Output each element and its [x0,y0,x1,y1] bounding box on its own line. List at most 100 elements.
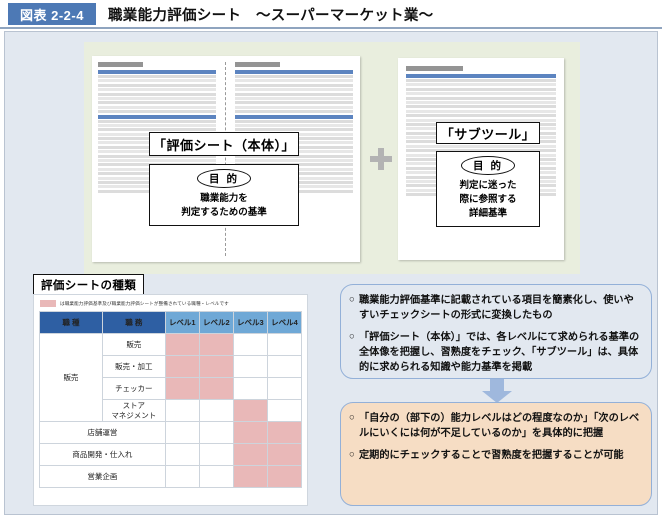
role-label: 営業企画 [40,466,166,488]
mini-doc-row [406,110,556,113]
column-header-level-4: レベル4 [267,312,301,334]
purpose-line: 判定するための基準 [181,206,267,220]
group-label-hanbai: 販売 [40,334,103,422]
mini-doc-row [235,79,353,82]
mini-doc-row [235,84,353,87]
mini-doc-row [235,120,353,123]
level-cell [267,334,301,356]
level-cell [233,444,267,466]
level-cell [199,444,233,466]
evaluation-sheet-document: 「評価シート（本体）」 目 的 職業能力を 判定するための基準 [92,56,360,262]
note-item: 職業能力評価基準に記載されている項目を簡素化し、使いやすいチェックシートの形式に… [350,293,641,323]
mini-doc-row [235,110,353,113]
mini-doc-row [406,114,556,117]
table-row: 販売 販売 [40,334,302,356]
mini-doc-title [98,62,216,67]
level-cell [165,444,199,466]
mini-doc-row [98,101,216,104]
mini-doc-row [98,124,216,127]
types-block-label: 評価シートの種類 [33,274,144,296]
level-cell [233,378,267,400]
mini-doc-row [235,75,353,78]
role-label: チェッカー [102,378,165,400]
legend-text: は職業能力評価基準及び職業能力評価シートが整備されている職種・レベルです [60,301,229,307]
level-cell [199,466,233,488]
level-cell [199,422,233,444]
level-cell [267,356,301,378]
table-header-row: 職 種 職 務 レベル1 レベル2 レベル3 レベル4 [40,312,302,334]
level-cell [267,422,301,444]
mini-doc-row [98,128,216,131]
role-label: 商品開発・仕入れ [40,444,166,466]
mini-doc-row [235,101,353,104]
level-cell [165,422,199,444]
column-header-level-2: レベル2 [199,312,233,334]
mini-doc-row [406,88,556,91]
mini-doc-row [98,75,216,78]
level-cell [233,400,267,422]
level-cell [233,466,267,488]
mini-doc-row [235,128,353,131]
mini-doc-row [98,79,216,82]
mini-doc-band [235,70,353,74]
legend-color-swatch [40,300,56,307]
mini-doc-row [98,110,216,113]
table-row: 商品開発・仕入れ [40,444,302,466]
mini-doc-row [98,97,216,100]
plus-icon [370,148,392,170]
left-document-callout-title: 「評価シート（本体）」 [149,132,299,156]
page-title: 職業能力評価シート ～スーパーマーケット業～ [96,0,662,28]
mini-doc-title [235,62,353,67]
level-cell [165,400,199,422]
mini-doc-row [98,159,216,162]
left-document-purpose-box: 目 的 職業能力を 判定するための基準 [149,164,299,226]
mini-doc-row [235,88,353,91]
note-item: 「評価シート（本体）」では、各レベルにて求められる基準の全体像を把握し、習熟度を… [350,330,641,375]
mini-doc-row [98,88,216,91]
purpose-label: 目 的 [197,169,251,188]
evaluation-sheet-types-table: 職 種 職 務 レベル1 レベル2 レベル3 レベル4 販売 販売 [39,311,302,488]
mini-doc-row [98,106,216,109]
role-label: 販売・加工 [102,356,165,378]
mini-doc-title [406,66,556,71]
note-item: 「自分の（部下の）能力レベルはどの程度なのか」「次のレベルにいくには何が不足して… [350,411,641,441]
role-label: 販売 [102,334,165,356]
purpose-line: 詳細基準 [469,207,507,221]
mini-doc-row [406,97,556,100]
header-divider [0,27,662,29]
mini-doc-row [406,101,556,104]
purpose-line: 際に参照する [459,193,516,207]
mini-doc-row [98,84,216,87]
column-header-level-3: レベル3 [233,312,267,334]
mini-doc-band [98,70,216,74]
mini-doc-row [406,92,556,95]
purpose-line: 職業能力を [200,192,248,206]
level-cell [267,378,301,400]
level-cell [267,400,301,422]
role-label: ストアマネジメント [102,400,165,422]
level-cell [165,356,199,378]
purpose-line: 判定に迷った [459,179,516,193]
mini-doc-row [235,106,353,109]
level-cell [165,466,199,488]
right-document-purpose-box: 目 的 判定に迷った 際に参照する 詳細基準 [436,151,540,227]
level-cell [233,334,267,356]
mini-doc-row [235,124,353,127]
right-document-callout-title: 「サブツール」 [436,122,540,144]
level-cell [267,466,301,488]
mini-doc-row [235,159,353,162]
column-header-shokumu: 職 務 [102,312,165,334]
figure-number-badge: 図表 2-2-4 [8,3,96,25]
role-label: 店舗運営 [40,422,166,444]
level-cell [165,378,199,400]
mini-doc-row [98,93,216,96]
level-cell [267,444,301,466]
level-cell [199,334,233,356]
level-cell [233,356,267,378]
mini-doc-row [406,105,556,108]
column-header-shokushu: 職 種 [40,312,103,334]
mini-doc-band [98,115,216,119]
level-cell [233,422,267,444]
mini-doc-row [406,83,556,86]
level-cell [199,378,233,400]
